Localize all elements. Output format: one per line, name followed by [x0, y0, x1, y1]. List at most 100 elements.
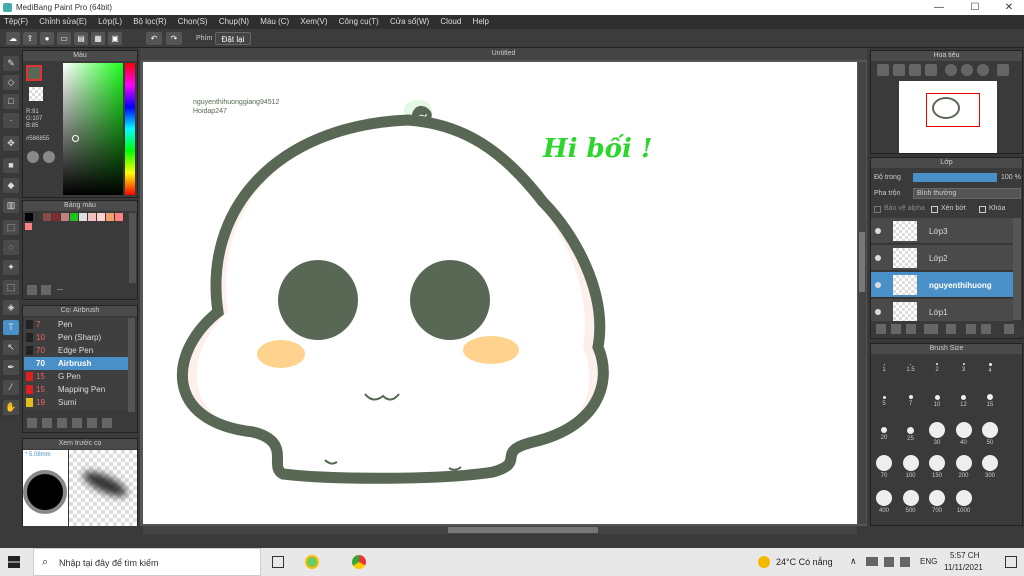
- select-eraser-icon[interactable]: ◈: [3, 300, 19, 315]
- share-icon[interactable]: ⇪: [23, 32, 37, 45]
- new-palette-icon[interactable]: [27, 285, 37, 295]
- brush-size-option[interactable]: 200: [954, 455, 974, 487]
- brush-folder-icon[interactable]: [87, 418, 97, 428]
- lasso-icon[interactable]: ◌: [3, 240, 19, 255]
- menu-cloud[interactable]: Cloud: [440, 17, 461, 26]
- canvas-vscroll[interactable]: [858, 62, 866, 524]
- eraser-icon[interactable]: ◇: [3, 75, 19, 90]
- brush-item[interactable]: 70 Edge Pen: [24, 344, 128, 357]
- document-icon[interactable]: ▤: [74, 32, 88, 45]
- saturation-value-field[interactable]: [63, 63, 123, 195]
- palette-swatch[interactable]: [34, 213, 42, 221]
- palette-swatch[interactable]: [61, 213, 69, 221]
- brush-scrollbar[interactable]: [128, 318, 135, 412]
- new-brush-icon[interactable]: [42, 418, 52, 428]
- canvas-hscroll[interactable]: [143, 526, 857, 534]
- eye-icon[interactable]: [875, 309, 881, 315]
- palette-wheel-icon[interactable]: [27, 151, 39, 163]
- chrome-app-icon[interactable]: [352, 555, 366, 569]
- close-button[interactable]: ✕: [994, 2, 1024, 13]
- brush-size-option[interactable]: 100: [901, 455, 921, 487]
- menu-snap[interactable]: Chụp(N): [219, 17, 249, 26]
- brush-size-option[interactable]: 15: [980, 389, 1000, 421]
- brush-size-option[interactable]: 500: [901, 490, 921, 522]
- hand-icon[interactable]: ✋: [3, 400, 19, 415]
- delete-palette-icon[interactable]: [41, 285, 51, 295]
- dropper-pen-icon[interactable]: ✒: [3, 360, 19, 375]
- fill-rect-icon[interactable]: ■: [3, 158, 19, 173]
- brush-settings-icon[interactable]: [72, 418, 82, 428]
- maximize-button[interactable]: ☐: [960, 2, 990, 13]
- rotate-reset-icon[interactable]: [961, 64, 973, 76]
- palette-swatch[interactable]: [79, 213, 87, 221]
- magic-wand-icon[interactable]: ✦: [3, 260, 19, 275]
- brush-item[interactable]: 7 Pen: [24, 318, 128, 331]
- brush-size-option[interactable]: 12: [954, 389, 974, 421]
- notification-icon[interactable]: [1005, 556, 1017, 568]
- task-view-icon[interactable]: [272, 556, 284, 568]
- transparent-swatch[interactable]: [29, 87, 43, 101]
- menu-file[interactable]: Tệp(F): [4, 17, 28, 26]
- gradient-icon[interactable]: ▥: [3, 198, 19, 213]
- new-8bit-layer-icon[interactable]: [906, 324, 916, 334]
- move-icon[interactable]: ✥: [3, 136, 19, 151]
- windows-start-icon[interactable]: [8, 556, 20, 568]
- text-icon[interactable]: T: [3, 320, 19, 335]
- brush-size-option[interactable]: 40: [954, 422, 974, 454]
- palette-swatch[interactable]: [52, 213, 60, 221]
- zoom-out-icon[interactable]: [909, 64, 921, 76]
- brush-size-option[interactable]: 2: [927, 356, 947, 388]
- brush-size-option[interactable]: 700: [927, 490, 947, 522]
- layer-folder-icon[interactable]: [946, 324, 956, 334]
- layer-row[interactable]: Lớp2: [871, 245, 1013, 271]
- brush-icon[interactable]: ✎: [3, 56, 19, 71]
- bucket-icon[interactable]: ◆: [3, 178, 19, 193]
- clock-date[interactable]: 11/11/2021: [944, 563, 983, 572]
- eye-icon[interactable]: [875, 255, 881, 261]
- page-icon[interactable]: ▭: [57, 32, 71, 45]
- palette-swatch[interactable]: [115, 213, 123, 221]
- menu-window[interactable]: Cửa sổ(W): [390, 17, 429, 26]
- add-layer-dropdown-icon[interactable]: [924, 324, 938, 334]
- delete-layer-icon[interactable]: [1004, 324, 1014, 334]
- vscroll-thumb[interactable]: [859, 232, 865, 292]
- brush-size-option[interactable]: 7: [901, 389, 921, 421]
- redo-icon[interactable]: ↷: [166, 32, 182, 45]
- medibang-app-icon[interactable]: [305, 555, 319, 569]
- eye-icon[interactable]: [875, 228, 881, 234]
- select-icon[interactable]: ⬚: [3, 220, 19, 235]
- brush-size-option[interactable]: 1000: [954, 490, 974, 522]
- brush-size-option[interactable]: 10: [927, 389, 947, 421]
- rotate-right-icon[interactable]: [977, 64, 989, 76]
- protect-alpha-checkbox[interactable]: [874, 206, 881, 213]
- operation-icon[interactable]: ↖: [3, 340, 19, 355]
- palette-scrollbar[interactable]: [129, 213, 136, 283]
- palette-swatch[interactable]: [97, 213, 105, 221]
- comment-icon[interactable]: ●: [40, 32, 54, 45]
- lock-checkbox[interactable]: [979, 206, 986, 213]
- brush-item[interactable]: 70 Airbrush: [24, 357, 128, 370]
- reset-button[interactable]: Đặt lại: [215, 32, 251, 45]
- layout-icon[interactable]: ▣: [108, 32, 122, 45]
- brush-item[interactable]: 15 G Pen: [24, 370, 128, 383]
- hscroll-thumb[interactable]: [448, 527, 598, 533]
- wifi-icon[interactable]: [884, 557, 894, 567]
- grid-icon[interactable]: ▦: [91, 32, 105, 45]
- brush-size-option[interactable]: 70: [874, 455, 894, 487]
- menu-help[interactable]: Help: [473, 17, 489, 26]
- palette-picker-icon[interactable]: [43, 151, 55, 163]
- hue-slider[interactable]: [125, 63, 135, 195]
- blend-select[interactable]: Bình thường: [913, 188, 1021, 199]
- menu-edit[interactable]: Chỉnh sửa(E): [39, 17, 87, 26]
- menu-view[interactable]: Xem(V): [300, 17, 327, 26]
- canvas-tab[interactable]: Untitled: [140, 48, 867, 60]
- palette-swatch[interactable]: [25, 223, 32, 230]
- brush-item[interactable]: 15 Mapping Pen: [24, 383, 128, 396]
- brush-size-option[interactable]: 1.5: [901, 356, 921, 388]
- menu-tools[interactable]: Công cụ(T): [339, 17, 379, 26]
- weather-text[interactable]: 24°C Có nắng: [776, 557, 833, 567]
- brush-size-option[interactable]: 20: [874, 422, 894, 454]
- merge-layer-icon[interactable]: [981, 324, 991, 334]
- eye-icon[interactable]: [875, 282, 881, 288]
- brush-size-option[interactable]: 5: [874, 389, 894, 421]
